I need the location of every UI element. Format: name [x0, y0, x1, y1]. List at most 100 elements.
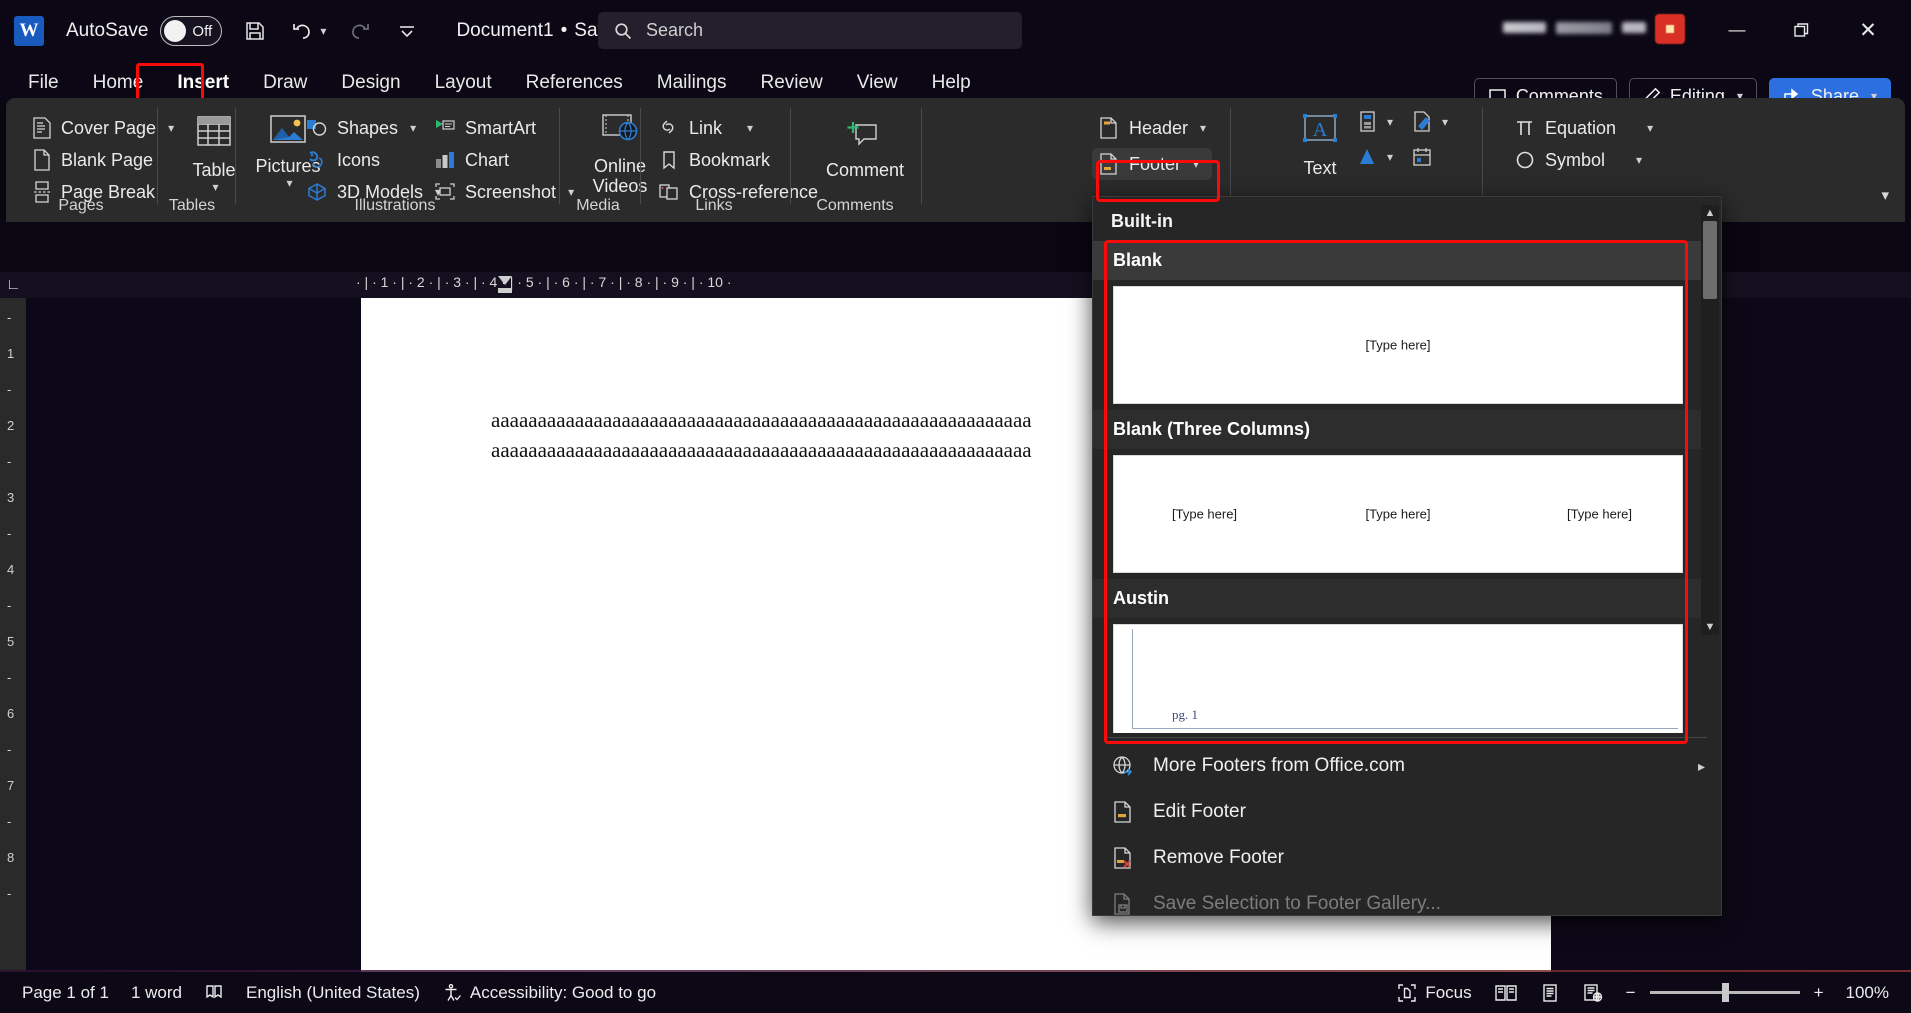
tab-layout[interactable]: Layout	[421, 68, 506, 98]
gallery-item-austin[interactable]: Austin pg. 1	[1093, 579, 1703, 733]
submenu-chevron-right-icon[interactable]: ▸	[1698, 758, 1705, 775]
print-layout-button[interactable]	[1540, 983, 1560, 1003]
save-icon[interactable]	[240, 16, 270, 46]
focus-mode-button[interactable]: Focus	[1397, 983, 1472, 1003]
footer-button[interactable]: Footer ▾	[1092, 148, 1213, 180]
wordart-icon[interactable]	[1411, 110, 1433, 134]
more-footers-from-office-item[interactable]: More Footers from Office.com ▸	[1093, 743, 1723, 789]
page-count[interactable]: Page 1 of 1	[22, 983, 109, 1003]
proofing-status[interactable]	[204, 983, 224, 1003]
gallery-item-three-columns-label: Blank (Three Columns)	[1093, 410, 1703, 449]
notification-badge[interactable]	[1655, 14, 1685, 44]
table-chevron-down-icon[interactable]: ▾	[212, 180, 218, 194]
left-indent-marker[interactable]	[498, 288, 512, 293]
text-label: Text	[1303, 158, 1337, 178]
ribbon-separator-2	[235, 108, 236, 204]
pictures-chevron-down-icon[interactable]: ▾	[286, 176, 292, 190]
document-name: Document1	[456, 20, 554, 41]
shapes-chevron-down-icon[interactable]: ▾	[410, 121, 416, 135]
tab-help[interactable]: Help	[918, 68, 985, 98]
bookmark-button[interactable]: Bookmark	[652, 144, 824, 176]
date-time-icon[interactable]	[1411, 146, 1433, 168]
vertical-ruler[interactable]: - 1 - 2 - 3 - 4 - 5 - 6 - 7 - 8 -	[0, 298, 26, 972]
web-layout-button[interactable]	[1582, 983, 1604, 1003]
table-button[interactable]: Table ▾	[172, 112, 256, 194]
drop-cap-chevron-down-icon[interactable]: ▾	[1387, 150, 1393, 164]
tab-mailings[interactable]: Mailings	[643, 68, 741, 98]
account-blur-1	[1503, 22, 1546, 33]
online-videos-button[interactable]: Online Videos	[578, 112, 662, 196]
equation-chevron-down-icon[interactable]: ▾	[1647, 121, 1653, 135]
header-button[interactable]: Header ▾	[1092, 112, 1212, 144]
save-selection-icon	[1111, 892, 1153, 916]
header-chevron-down-icon[interactable]: ▾	[1200, 121, 1206, 135]
wordart-chevron-down-icon[interactable]: ▾	[1442, 115, 1448, 129]
gallery-item-blank-label: Blank	[1093, 241, 1703, 280]
ribbon-group-comments: Comment	[810, 120, 920, 180]
footer-chevron-down-icon[interactable]: ▾	[1193, 157, 1199, 171]
shapes-button[interactable]: Shapes ▾	[300, 112, 447, 144]
link-chevron-down-icon[interactable]: ▾	[747, 121, 753, 135]
zoom-slider[interactable]	[1649, 983, 1800, 1002]
symbol-button[interactable]: Symbol ▾	[1508, 144, 1659, 176]
scroll-down-arrow-icon[interactable]: ▼	[1701, 619, 1719, 635]
first-line-indent-marker[interactable]	[498, 276, 512, 285]
customize-quick-access-icon[interactable]	[392, 16, 422, 46]
zoom-out-button[interactable]: −	[1626, 983, 1636, 1003]
tab-review[interactable]: Review	[746, 68, 836, 98]
restore-icon[interactable]	[1778, 10, 1824, 50]
ribbon-group-header-footer: Header ▾ Footer ▾	[1092, 112, 1213, 180]
new-comment-button[interactable]: Comment	[810, 120, 920, 180]
edit-footer-label: Edit Footer	[1153, 801, 1246, 822]
autosave-toggle[interactable]: Off	[160, 16, 223, 46]
zoom-level[interactable]: 100%	[1846, 983, 1889, 1003]
tab-file[interactable]: File	[14, 68, 73, 98]
status-bar: Page 1 of 1 1 word English (United State…	[0, 972, 1911, 1013]
undo-chevron-down-icon[interactable]: ▾	[320, 24, 326, 38]
accessibility-status[interactable]: Accessibility: Good to go	[442, 983, 656, 1003]
equation-button[interactable]: Equation ▾	[1508, 112, 1659, 144]
close-icon[interactable]: ✕	[1845, 10, 1891, 50]
word-count[interactable]: 1 word	[131, 983, 182, 1003]
read-mode-button[interactable]	[1494, 983, 1518, 1003]
footer-gallery-dropdown[interactable]: Built-in Blank [Type here] Blank (Three …	[1092, 196, 1722, 916]
smartart-button[interactable]: SmartArt	[428, 112, 580, 144]
tab-home[interactable]: Home	[79, 68, 158, 98]
quick-parts-icon[interactable]	[1356, 110, 1378, 134]
tab-selector-icon[interactable]: ∟	[6, 276, 21, 293]
text-box-button[interactable]: A Text	[1278, 112, 1362, 178]
tab-draw[interactable]: Draw	[249, 68, 321, 98]
globe-arrow-icon	[1111, 754, 1153, 778]
symbol-chevron-down-icon[interactable]: ▾	[1636, 153, 1642, 167]
table-label: Table	[192, 160, 236, 180]
tab-references[interactable]: References	[512, 68, 637, 98]
tab-design[interactable]: Design	[327, 68, 414, 98]
tab-insert[interactable]: Insert	[163, 68, 243, 105]
vruler-tick-8: -	[7, 598, 12, 613]
edit-footer-item[interactable]: Edit Footer	[1093, 789, 1723, 835]
link-button[interactable]: Link ▾	[652, 112, 824, 144]
tab-view[interactable]: View	[843, 68, 912, 98]
drop-cap-icon[interactable]	[1356, 146, 1378, 168]
group-label-comments: Comments	[816, 197, 894, 214]
online-videos-label: Online Videos	[592, 156, 648, 197]
minimize-icon[interactable]: —	[1714, 10, 1760, 50]
quick-parts-chevron-down-icon[interactable]: ▾	[1387, 115, 1393, 129]
footer-gallery-scroll-area[interactable]: Blank [Type here] Blank (Three Columns) …	[1093, 241, 1723, 733]
language-status[interactable]: English (United States)	[246, 983, 420, 1003]
scrollbar-thumb[interactable]	[1703, 221, 1717, 299]
remove-footer-item[interactable]: Remove Footer	[1093, 835, 1723, 881]
search-input[interactable]: Search	[598, 12, 1022, 49]
gallery-item-blank[interactable]: Blank [Type here]	[1093, 241, 1703, 404]
word-count-label: 1 word	[130, 982, 182, 1002]
zoom-slider-thumb[interactable]	[1721, 983, 1729, 1002]
undo-icon[interactable]	[288, 16, 318, 46]
footer-gallery-scrollbar[interactable]: ▲ ▼	[1701, 205, 1719, 635]
search-icon	[614, 22, 632, 40]
chart-button[interactable]: Chart	[428, 144, 580, 176]
icons-button[interactable]: Icons	[300, 144, 447, 176]
collapse-ribbon-icon[interactable]: ▾	[1881, 186, 1889, 204]
scroll-up-arrow-icon[interactable]: ▲	[1701, 205, 1719, 221]
gallery-item-blank-three-columns[interactable]: Blank (Three Columns) [Type here] [Type …	[1093, 410, 1703, 573]
zoom-in-button[interactable]: +	[1814, 983, 1824, 1003]
